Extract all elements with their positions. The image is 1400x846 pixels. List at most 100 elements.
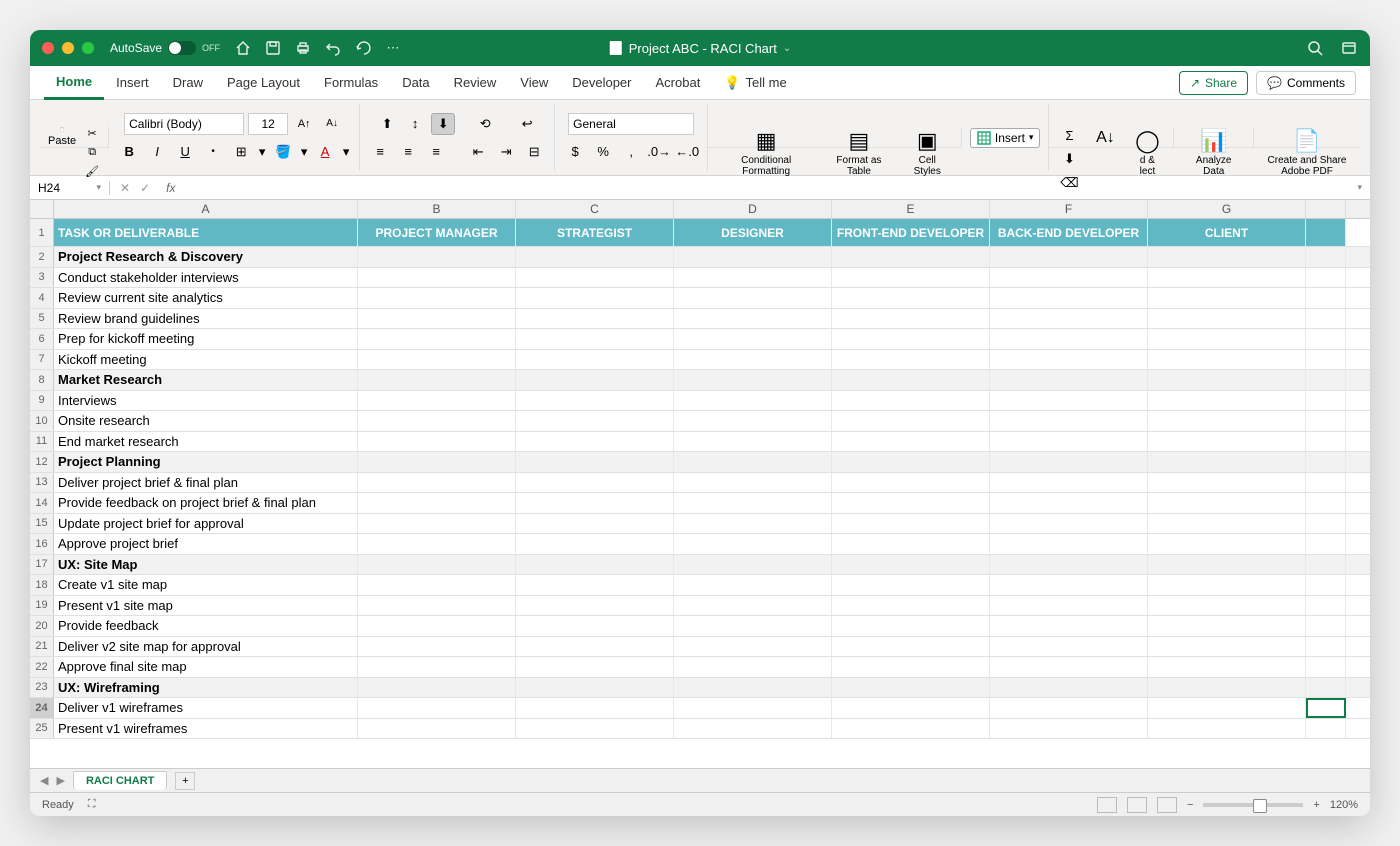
font-color-button[interactable]: A [313, 141, 337, 163]
merge-cells-icon[interactable]: ⊟ [522, 141, 546, 163]
cell[interactable] [674, 719, 832, 739]
sheet-tab-raci[interactable]: RACI CHART [73, 771, 167, 790]
cell[interactable] [1148, 678, 1306, 698]
row-header[interactable]: 1 [30, 219, 54, 246]
row-header[interactable]: 11 [30, 432, 54, 452]
normal-view-button[interactable] [1097, 797, 1117, 813]
cell[interactable] [358, 309, 516, 329]
cell[interactable] [674, 493, 832, 513]
cell[interactable] [832, 411, 990, 431]
row-header[interactable]: 25 [30, 719, 54, 739]
zoom-out-button[interactable]: − [1187, 799, 1193, 811]
cell[interactable] [1306, 452, 1346, 472]
cell[interactable] [1148, 575, 1306, 595]
paste-button[interactable]: Paste [48, 127, 76, 147]
border-dropdown-icon[interactable]: ▾ [257, 141, 267, 163]
cell[interactable] [358, 596, 516, 616]
cell[interactable] [832, 596, 990, 616]
number-format-select[interactable] [568, 113, 694, 135]
fx-label[interactable]: fx [160, 181, 181, 195]
cell[interactable]: Onsite research [54, 411, 358, 431]
row-header[interactable]: 2 [30, 247, 54, 267]
row-header[interactable]: 15 [30, 514, 54, 534]
autosum-icon[interactable]: Σ [1057, 127, 1081, 144]
cell[interactable] [674, 452, 832, 472]
cell[interactable] [1306, 411, 1346, 431]
cell[interactable] [832, 698, 990, 718]
next-sheet-icon[interactable]: ▶ [56, 774, 64, 787]
cell-styles-button[interactable]: ▣Cell Styles [902, 127, 953, 147]
cell[interactable] [1306, 329, 1346, 349]
cell[interactable] [832, 493, 990, 513]
cell[interactable] [516, 616, 674, 636]
cell[interactable]: Provide feedback [54, 616, 358, 636]
cell[interactable] [1306, 698, 1346, 718]
cell[interactable] [1148, 616, 1306, 636]
cell[interactable] [990, 329, 1148, 349]
cell[interactable] [516, 288, 674, 308]
cell[interactable] [358, 350, 516, 370]
increase-font-icon[interactable]: A↑ [292, 113, 316, 135]
cell[interactable] [832, 616, 990, 636]
tab-page-layout[interactable]: Page Layout [215, 66, 312, 100]
cell[interactable] [358, 432, 516, 452]
cell[interactable]: Prep for kickoff meeting [54, 329, 358, 349]
col-header-a[interactable]: A [54, 200, 358, 218]
tab-data[interactable]: Data [390, 66, 441, 100]
col-header-g[interactable]: G [1148, 200, 1306, 218]
cell[interactable] [358, 719, 516, 739]
cell[interactable] [990, 370, 1148, 390]
cell[interactable] [1306, 719, 1346, 739]
cell[interactable] [990, 350, 1148, 370]
cell[interactable] [1148, 247, 1306, 267]
cell[interactable]: Kickoff meeting [54, 350, 358, 370]
find-select-button[interactable]: ◯d & lect [1129, 127, 1165, 147]
font-name-select[interactable] [124, 113, 244, 135]
zoom-slider[interactable] [1203, 803, 1303, 807]
cell[interactable] [832, 637, 990, 657]
cell[interactable] [990, 493, 1148, 513]
minimize-window-button[interactable] [62, 42, 74, 54]
cell[interactable] [358, 514, 516, 534]
cell[interactable]: Review current site analytics [54, 288, 358, 308]
cell[interactable] [832, 555, 990, 575]
more-icon[interactable]: ⋯ [384, 39, 402, 57]
format-painter-icon[interactable]: 🖌 [84, 165, 100, 178]
redo-icon[interactable] [354, 39, 372, 57]
insert-cells-button[interactable]: Insert ▾ [970, 128, 1041, 148]
chevron-down-icon[interactable]: ▾ [96, 182, 101, 193]
cell[interactable] [1306, 391, 1346, 411]
cell[interactable] [832, 391, 990, 411]
decrease-indent-icon[interactable]: ⇤ [466, 141, 490, 163]
fill-dropdown-icon[interactable]: ▾ [299, 141, 309, 163]
row-header[interactable]: 7 [30, 350, 54, 370]
underline-button[interactable]: U [173, 141, 197, 163]
cell[interactable] [516, 309, 674, 329]
row-header[interactable]: 8 [30, 370, 54, 390]
align-right-icon[interactable]: ≡ [424, 141, 448, 163]
cell[interactable] [1306, 247, 1346, 267]
accessibility-icon[interactable]: ⛶ [88, 798, 96, 811]
cell[interactable] [674, 698, 832, 718]
header-client[interactable]: CLIENT [1148, 219, 1306, 246]
header-strategist[interactable]: STRATEGIST [516, 219, 674, 246]
header-pm[interactable]: PROJECT MANAGER [358, 219, 516, 246]
cell[interactable] [358, 391, 516, 411]
cell[interactable] [1148, 719, 1306, 739]
share-button[interactable]: ↗Share [1179, 71, 1248, 95]
cell[interactable] [516, 575, 674, 595]
cell[interactable] [990, 534, 1148, 554]
cell[interactable] [358, 637, 516, 657]
cell[interactable]: UX: Site Map [54, 555, 358, 575]
cell[interactable] [990, 288, 1148, 308]
cell[interactable] [358, 452, 516, 472]
cell[interactable] [832, 719, 990, 739]
cell[interactable] [832, 678, 990, 698]
add-sheet-button[interactable]: + [175, 772, 195, 790]
conditional-formatting-button[interactable]: ▦Conditional Formatting [716, 127, 816, 147]
tab-developer[interactable]: Developer [560, 66, 643, 100]
tab-insert[interactable]: Insert [104, 66, 161, 100]
prev-sheet-icon[interactable]: ◀ [40, 774, 48, 787]
cell[interactable] [1306, 268, 1346, 288]
cell[interactable] [674, 473, 832, 493]
